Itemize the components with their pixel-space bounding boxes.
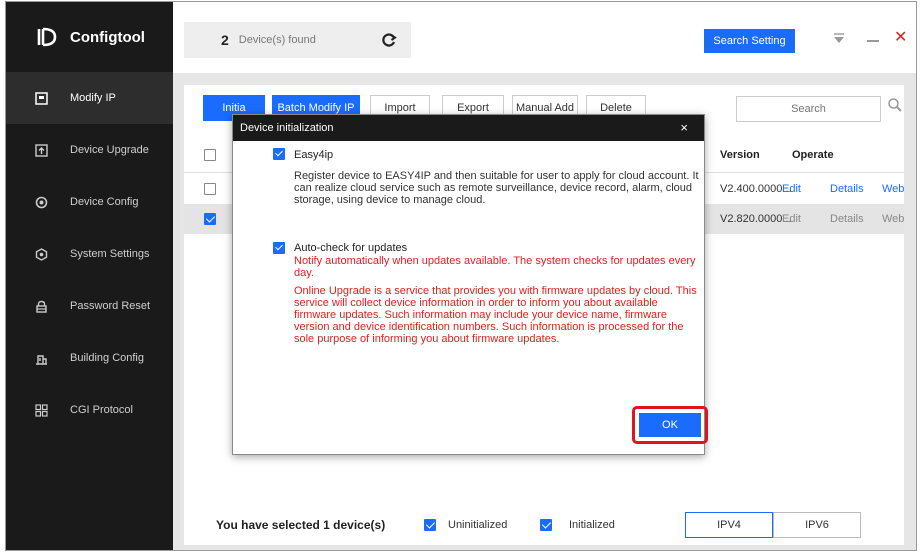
auto-check-updates-label: Auto-check for updates [294, 242, 408, 254]
search-setting-button[interactable]: Search Setting [704, 29, 795, 53]
sidebar: Configtool Modify IP Device Upgrade Devi… [6, 2, 173, 550]
details-link[interactable]: Details [830, 183, 864, 195]
building-icon [34, 351, 48, 365]
auto-check-description: Notify automatically when updates availa… [294, 255, 696, 279]
brand: Configtool [6, 2, 173, 72]
filter-icon[interactable] [833, 32, 845, 44]
selected-count-text: You have selected 1 device(s) [216, 518, 386, 532]
settings-icon [34, 247, 48, 261]
auto-check-updates-checkbox[interactable] [273, 242, 285, 254]
row-checkbox[interactable] [204, 213, 216, 225]
close-icon[interactable]: ✕ [894, 30, 907, 46]
row-checkbox[interactable] [204, 183, 216, 195]
row-version: V2.820.0000... [720, 213, 792, 225]
upgrade-icon [34, 143, 48, 157]
refresh-icon[interactable] [381, 32, 397, 48]
cgi-icon [34, 403, 48, 417]
sidebar-item-label: System Settings [70, 248, 150, 260]
header-operate: Operate [792, 149, 834, 161]
sidebar-item-label: Device Config [70, 196, 139, 208]
selection-footer: You have selected 1 device(s) Uninitiali… [184, 501, 904, 545]
sidebar-item-label: CGI Protocol [70, 404, 133, 416]
minimize-icon[interactable] [867, 40, 879, 42]
lock-icon [34, 299, 48, 313]
sidebar-item-cgi-protocol[interactable]: CGI Protocol [6, 384, 173, 436]
dialog-header: Device initialization × [233, 115, 704, 141]
sidebar-item-password-reset[interactable]: Password Reset [6, 280, 173, 332]
ok-button[interactable]: OK [639, 413, 701, 437]
easy4ip-label: Easy4ip [294, 149, 334, 161]
dialog-close-icon[interactable]: × [680, 121, 688, 134]
search-input[interactable] [736, 96, 881, 122]
ipv6-button[interactable]: IPV6 [773, 512, 861, 538]
search-icon[interactable] [887, 97, 903, 113]
details-link[interactable]: Details [830, 213, 864, 225]
sidebar-item-system-settings[interactable]: System Settings [6, 228, 173, 280]
device-count: 2 [221, 32, 229, 48]
sidebar-item-modify-ip[interactable]: Modify IP [6, 72, 173, 124]
uninitialized-checkbox[interactable] [424, 519, 436, 531]
config-icon [34, 195, 48, 209]
row-version: V2.400.0000... [720, 183, 792, 195]
device-initialization-dialog: Device initialization × Easy4ip Register… [232, 114, 708, 455]
select-all-checkbox[interactable] [204, 149, 216, 161]
sidebar-item-device-upgrade[interactable]: Device Upgrade [6, 124, 173, 176]
header-version: Version [720, 149, 760, 161]
initialized-label: Initialized [569, 519, 615, 531]
web-link[interactable]: Web [882, 213, 904, 225]
initialized-checkbox[interactable] [540, 519, 552, 531]
sidebar-item-device-config[interactable]: Device Config [6, 176, 173, 228]
sidebar-item-label: Modify IP [70, 92, 116, 104]
sidebar-item-label: Device Upgrade [70, 144, 149, 156]
device-found-label: Device(s) found [238, 34, 316, 46]
edit-link[interactable]: Edit [782, 183, 801, 195]
sidebar-item-building-config[interactable]: Building Config [6, 332, 173, 384]
online-upgrade-description: Online Upgrade is a service that provide… [294, 285, 697, 345]
ok-button-highlight: OK [632, 406, 708, 444]
ipv4-button[interactable]: IPV4 [685, 512, 773, 538]
easy4ip-description: Register device to EASY4IP and then suit… [294, 170, 699, 206]
modify-ip-icon [34, 91, 48, 105]
app-title: Configtool [70, 28, 145, 46]
uninitialized-label: Uninitialized [448, 519, 508, 531]
dialog-title: Device initialization [240, 122, 334, 134]
app-logo-icon [36, 26, 58, 48]
web-link[interactable]: Web [882, 183, 904, 195]
top-bar: 2 Device(s) found Search Setting ✕ [173, 2, 916, 73]
devices-found-box: 2 Device(s) found [184, 22, 411, 58]
sidebar-item-label: Building Config [70, 352, 144, 364]
easy4ip-checkbox[interactable] [273, 148, 285, 160]
edit-link[interactable]: Edit [782, 213, 801, 225]
sidebar-item-label: Password Reset [70, 300, 151, 312]
